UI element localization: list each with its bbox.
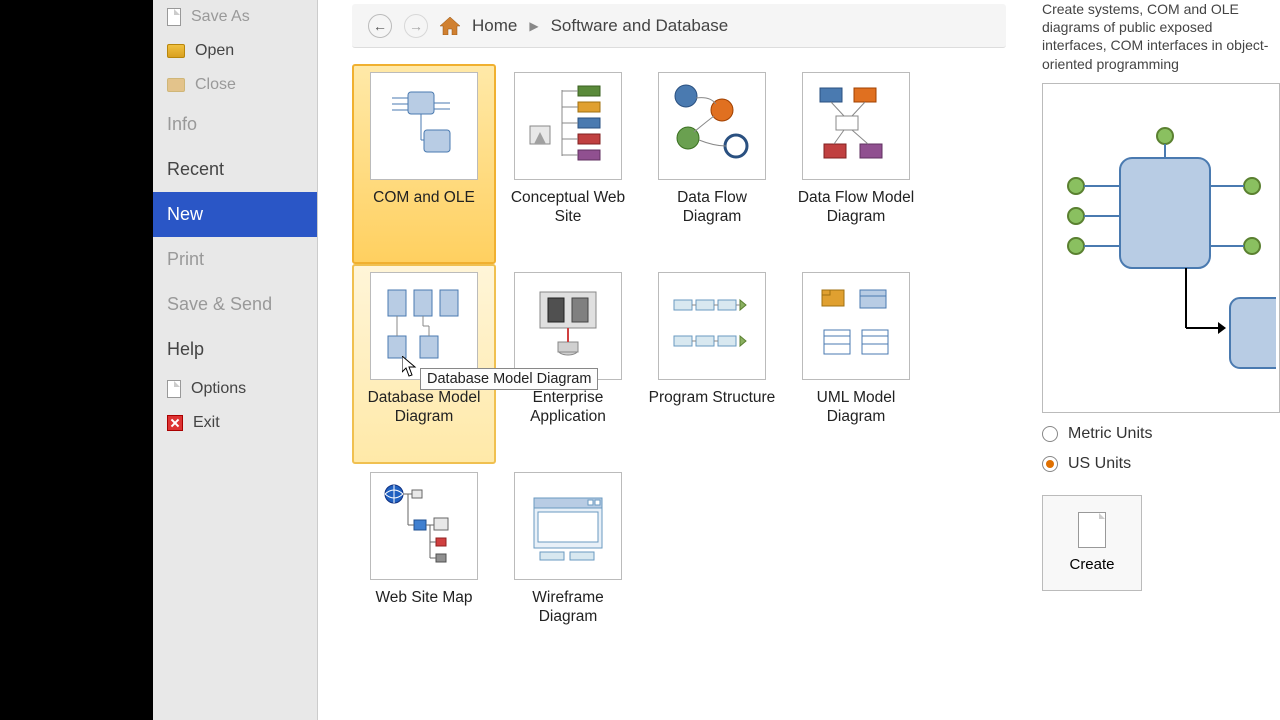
template-enterprise-application[interactable]: Enterprise Application: [496, 264, 640, 464]
radio-selected-icon: [1042, 456, 1058, 472]
template-label: Database Model Diagram: [360, 388, 488, 427]
backstage-sidebar: Save As Open Close Info Recent New Print…: [153, 0, 318, 720]
sidebar-label: Print: [167, 249, 204, 270]
units-metric[interactable]: Metric Units: [1042, 425, 1280, 443]
home-icon[interactable]: [440, 17, 460, 35]
sidebar-exit[interactable]: Exit: [153, 406, 317, 440]
breadcrumb: ← → Home ▶ Software and Database: [352, 4, 1006, 48]
breadcrumb-home[interactable]: Home: [472, 16, 517, 36]
sidebar-label: Exit: [193, 414, 220, 432]
sidebar-open[interactable]: Open: [153, 34, 317, 68]
template-label: Wireframe Diagram: [504, 588, 632, 627]
sidebar-label: Save & Send: [167, 294, 272, 315]
folder-close-icon: [167, 78, 185, 92]
sidebar-print[interactable]: Print: [153, 237, 317, 282]
template-description: Create systems, COM and OLE diagrams of …: [1042, 0, 1280, 73]
units-label: US Units: [1068, 455, 1131, 473]
template-thumb: [370, 472, 478, 580]
breadcrumb-current: Software and Database: [551, 16, 729, 36]
sidebar-label: Close: [195, 76, 236, 94]
template-wireframe-diagram[interactable]: Wireframe Diagram: [496, 464, 640, 644]
template-label: Data Flow Diagram: [648, 188, 776, 227]
template-thumb: [514, 72, 622, 180]
template-gallery: COM and OLE Conceptual Web Site Data Flo…: [318, 48, 1018, 660]
sidebar-label: Help: [167, 339, 204, 360]
sidebar-save-send[interactable]: Save & Send: [153, 282, 317, 327]
sidebar-recent[interactable]: Recent: [153, 147, 317, 192]
sidebar-label: Recent: [167, 159, 224, 180]
sidebar-options[interactable]: Options: [153, 372, 317, 406]
sidebar-help[interactable]: Help: [153, 327, 317, 372]
template-thumb: [658, 272, 766, 380]
main-area: ← → Home ▶ Software and Database COM and…: [318, 0, 1036, 720]
sidebar-label: Options: [191, 380, 246, 398]
template-preview: [1042, 83, 1280, 413]
template-label: UML Model Diagram: [792, 388, 920, 427]
page-icon: [1078, 512, 1106, 548]
template-data-flow-model-diagram[interactable]: Data Flow Model Diagram: [784, 64, 928, 264]
chevron-right-icon: ▶: [529, 19, 538, 33]
template-database-model-diagram[interactable]: Database Model Diagram Database Model Di…: [352, 264, 496, 464]
sidebar-label: Info: [167, 114, 197, 135]
sidebar-label: Save As: [191, 8, 250, 26]
save-as-icon: [167, 8, 181, 26]
template-data-flow-diagram[interactable]: Data Flow Diagram: [640, 64, 784, 264]
template-label: Conceptual Web Site: [504, 188, 632, 227]
right-panel: Create systems, COM and OLE diagrams of …: [1036, 0, 1280, 720]
template-thumb: [514, 272, 622, 380]
template-label: Data Flow Model Diagram: [792, 188, 920, 227]
exit-icon: [167, 415, 183, 431]
sidebar-save-as: Save As: [153, 0, 317, 34]
create-button[interactable]: Create: [1042, 495, 1142, 591]
template-label: Enterprise Application: [504, 388, 632, 427]
template-thumb: [802, 272, 910, 380]
create-label: Create: [1069, 556, 1114, 573]
units-label: Metric Units: [1068, 425, 1152, 443]
units-us[interactable]: US Units: [1042, 455, 1280, 473]
sidebar-info[interactable]: Info: [153, 102, 317, 147]
template-thumb: [514, 472, 622, 580]
sidebar-new[interactable]: New: [153, 192, 317, 237]
sidebar-label: New: [167, 204, 203, 225]
sidebar-close: Close: [153, 68, 317, 102]
template-conceptual-web-site[interactable]: Conceptual Web Site: [496, 64, 640, 264]
video-letterbox: [0, 0, 153, 720]
folder-open-icon: [167, 44, 185, 58]
template-uml-model-diagram[interactable]: UML Model Diagram: [784, 264, 928, 464]
nav-forward-button[interactable]: →: [404, 14, 428, 38]
template-label: Program Structure: [649, 388, 776, 407]
options-icon: [167, 380, 181, 398]
template-thumb: [370, 72, 478, 180]
radio-icon: [1042, 426, 1058, 442]
template-com-and-ole[interactable]: COM and OLE: [352, 64, 496, 264]
template-thumb: [658, 72, 766, 180]
template-thumb: [370, 272, 478, 380]
template-program-structure[interactable]: Program Structure: [640, 264, 784, 464]
template-web-site-map[interactable]: Web Site Map: [352, 464, 496, 644]
template-thumb: [802, 72, 910, 180]
template-label: COM and OLE: [373, 188, 475, 207]
tooltip: Database Model Diagram: [420, 368, 598, 390]
sidebar-label: Open: [195, 42, 234, 60]
nav-back-button[interactable]: ←: [368, 14, 392, 38]
template-label: Web Site Map: [375, 588, 472, 607]
